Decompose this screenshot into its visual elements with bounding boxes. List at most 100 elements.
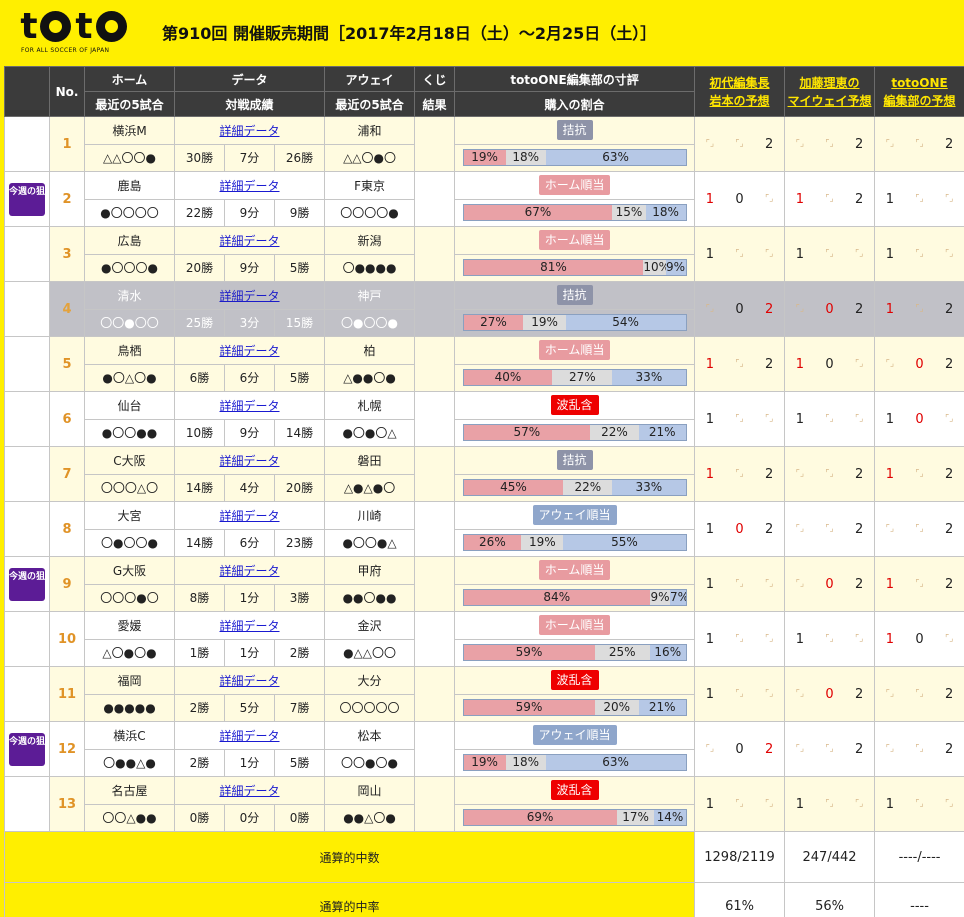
ratio-away: 55% xyxy=(563,535,686,551)
away-team: 岡山 xyxy=(324,776,416,805)
purchase-ratio-cell: 67% 15% 18% xyxy=(454,198,696,227)
detail-data-link[interactable]: 詳細データ xyxy=(220,344,280,358)
hit-rate-label: 通算的中率 xyxy=(3,882,696,917)
pick-mark: 2 xyxy=(945,576,954,592)
pick-mark: 1 xyxy=(795,356,804,372)
match-row: 10 愛媛 詳細データ 金沢 ホーム順当 1 ⌜⌟ ⌜⌟ 1 ⌜⌟ ⌜⌟ 1 0 ⌜⌟ xyxy=(4,611,964,667)
detail-data-link[interactable]: 詳細データ xyxy=(220,564,280,578)
away-team: 柏 xyxy=(324,336,416,365)
home-form: 〇〇△●● xyxy=(84,803,175,832)
detail-data-link[interactable]: 詳細データ xyxy=(220,619,280,633)
detail-data-link[interactable]: 詳細データ xyxy=(220,454,280,468)
pick-empty: ⌜⌟ xyxy=(795,139,805,149)
detail-data-link[interactable]: 詳細データ xyxy=(220,234,280,248)
pick-empty: ⌜⌟ xyxy=(944,634,954,644)
away-form: 〇〇●〇● xyxy=(324,748,416,777)
pred-editorial: 1 ⌜⌟ 2 xyxy=(874,556,964,612)
ratio-away: 63% xyxy=(545,755,686,771)
detail-data-link[interactable]: 詳細データ xyxy=(220,289,280,303)
pick-empty: ⌜⌟ xyxy=(825,744,834,754)
detail-data-cell: 詳細データ xyxy=(173,556,326,585)
recommend-badge[interactable]: 今週の狙い目 xyxy=(9,732,49,766)
pred-kato: 1 ⌜⌟ ⌜⌟ xyxy=(784,776,876,832)
detail-data-cell: 詳細データ xyxy=(173,666,326,695)
pick-empty: ⌜⌟ xyxy=(735,359,744,369)
pred-kato: ⌜⌟ ⌜⌟ 2 xyxy=(784,116,876,172)
pick-empty: ⌜⌟ xyxy=(735,249,744,259)
col-editor: totoONE編集部の寸評 xyxy=(454,66,696,92)
detail-data-link[interactable]: 詳細データ xyxy=(220,509,280,523)
pick-empty: ⌜⌟ xyxy=(885,689,895,699)
pred-editorial: 1 ⌜⌟ 2 xyxy=(874,446,964,502)
col-kuji: くじ xyxy=(414,66,456,92)
pred-kato: ⌜⌟ 0 2 xyxy=(784,556,876,612)
badge-empty xyxy=(4,666,50,722)
detail-data-link[interactable]: 詳細データ xyxy=(220,179,280,193)
h2h-wins: 8勝 xyxy=(174,583,225,612)
h2h-wins: 2勝 xyxy=(174,693,225,722)
pred-iwamoto: 1 0 2 xyxy=(694,501,786,557)
home-form: ●〇△〇● xyxy=(84,363,175,392)
ratio-draw: 17% xyxy=(616,810,655,826)
pick-mark: 2 xyxy=(855,741,864,757)
detail-data-link[interactable]: 詳細データ xyxy=(220,399,280,413)
h2h-losses: 20勝 xyxy=(273,473,326,502)
editor-verdict-cell: 波乱含 xyxy=(454,776,696,805)
h2h-wins: 6勝 xyxy=(174,363,225,392)
pick-empty: ⌜⌟ xyxy=(705,139,715,149)
pick-mark: 1 xyxy=(705,521,714,537)
home-team: C大阪 xyxy=(84,446,175,475)
pick-mark: 2 xyxy=(855,301,864,317)
purchase-ratio-bar: 45% 22% 33% xyxy=(462,479,687,497)
match-row: 3 広島 詳細データ 新潟 ホーム順当 1 ⌜⌟ ⌜⌟ 1 ⌜⌟ ⌜⌟ 1 ⌜⌟ ⌜⌟ xyxy=(4,226,964,282)
toto-logo[interactable]: t t FOR ALL SOCCER OF JAPAN xyxy=(18,9,134,57)
away-team: 神戸 xyxy=(324,281,416,310)
pick-empty: ⌜⌟ xyxy=(854,634,864,644)
pred-kato: ⌜⌟ 0 2 xyxy=(784,666,876,722)
home-form: ●●●●● xyxy=(84,693,175,722)
recommend-badge[interactable]: 今週の狙い目 xyxy=(9,182,49,216)
kuji-result xyxy=(414,116,456,172)
pred-iwamoto: 1 0 ⌜⌟ xyxy=(694,171,786,227)
pick-mark: 0 xyxy=(915,411,924,427)
pick-empty: ⌜⌟ xyxy=(854,799,864,809)
pick-empty: ⌜⌟ xyxy=(915,799,924,809)
pred-editorial: ⌜⌟ ⌜⌟ 2 xyxy=(874,116,964,172)
ratio-away: 16% xyxy=(650,645,686,661)
col-pred-kato[interactable]: 加藤理恵の マイウェイ予想 xyxy=(784,66,876,117)
col-pred-editorial[interactable]: totoONE 編集部の予想 xyxy=(874,66,964,117)
h2h-draws: 9分 xyxy=(224,418,275,447)
col-pred-iwamoto[interactable]: 初代編集長 岩本の予想 xyxy=(694,66,786,117)
pred-iwamoto: 1 ⌜⌟ ⌜⌟ xyxy=(694,776,786,832)
detail-data-cell: 詳細データ xyxy=(173,171,326,200)
editor-verdict: 波乱含 xyxy=(550,670,599,691)
home-team: 愛媛 xyxy=(84,611,175,640)
pred-editorial: ⌜⌟ ⌜⌟ 2 xyxy=(874,666,964,722)
pick-mark: 0 xyxy=(915,631,924,647)
pred-kato: ⌜⌟ ⌜⌟ 2 xyxy=(784,501,876,557)
recommend-badge[interactable]: 今週の狙い目 xyxy=(9,567,49,601)
detail-data-link[interactable]: 詳細データ xyxy=(220,124,280,138)
away-form: △●△●〇 xyxy=(324,473,416,502)
editor-verdict-cell: ホーム順当 xyxy=(454,611,696,640)
detail-data-link[interactable]: 詳細データ xyxy=(220,784,280,798)
away-form: 〇●●●● xyxy=(324,253,416,282)
detail-data-link[interactable]: 詳細データ xyxy=(220,729,280,743)
detail-data-cell: 詳細データ xyxy=(173,501,326,530)
ratio-draw: 19% xyxy=(521,535,564,551)
pred-editorial: 1 ⌜⌟ ⌜⌟ xyxy=(874,171,964,227)
pick-empty: ⌜⌟ xyxy=(825,194,834,204)
editor-verdict: 拮抗 xyxy=(556,450,593,471)
match-number: 7 xyxy=(49,446,85,502)
pick-empty: ⌜⌟ xyxy=(735,689,744,699)
pick-mark: 0 xyxy=(915,356,924,372)
badge-empty xyxy=(4,391,50,447)
badge-empty xyxy=(4,446,50,502)
ratio-draw: 22% xyxy=(563,480,613,496)
pick-mark: 2 xyxy=(855,466,864,482)
detail-data-link[interactable]: 詳細データ xyxy=(220,674,280,688)
pick-empty: ⌜⌟ xyxy=(825,249,834,259)
pick-mark: 1 xyxy=(885,466,894,482)
pick-empty: ⌜⌟ xyxy=(795,524,805,534)
h2h-draws: 9分 xyxy=(224,253,275,282)
